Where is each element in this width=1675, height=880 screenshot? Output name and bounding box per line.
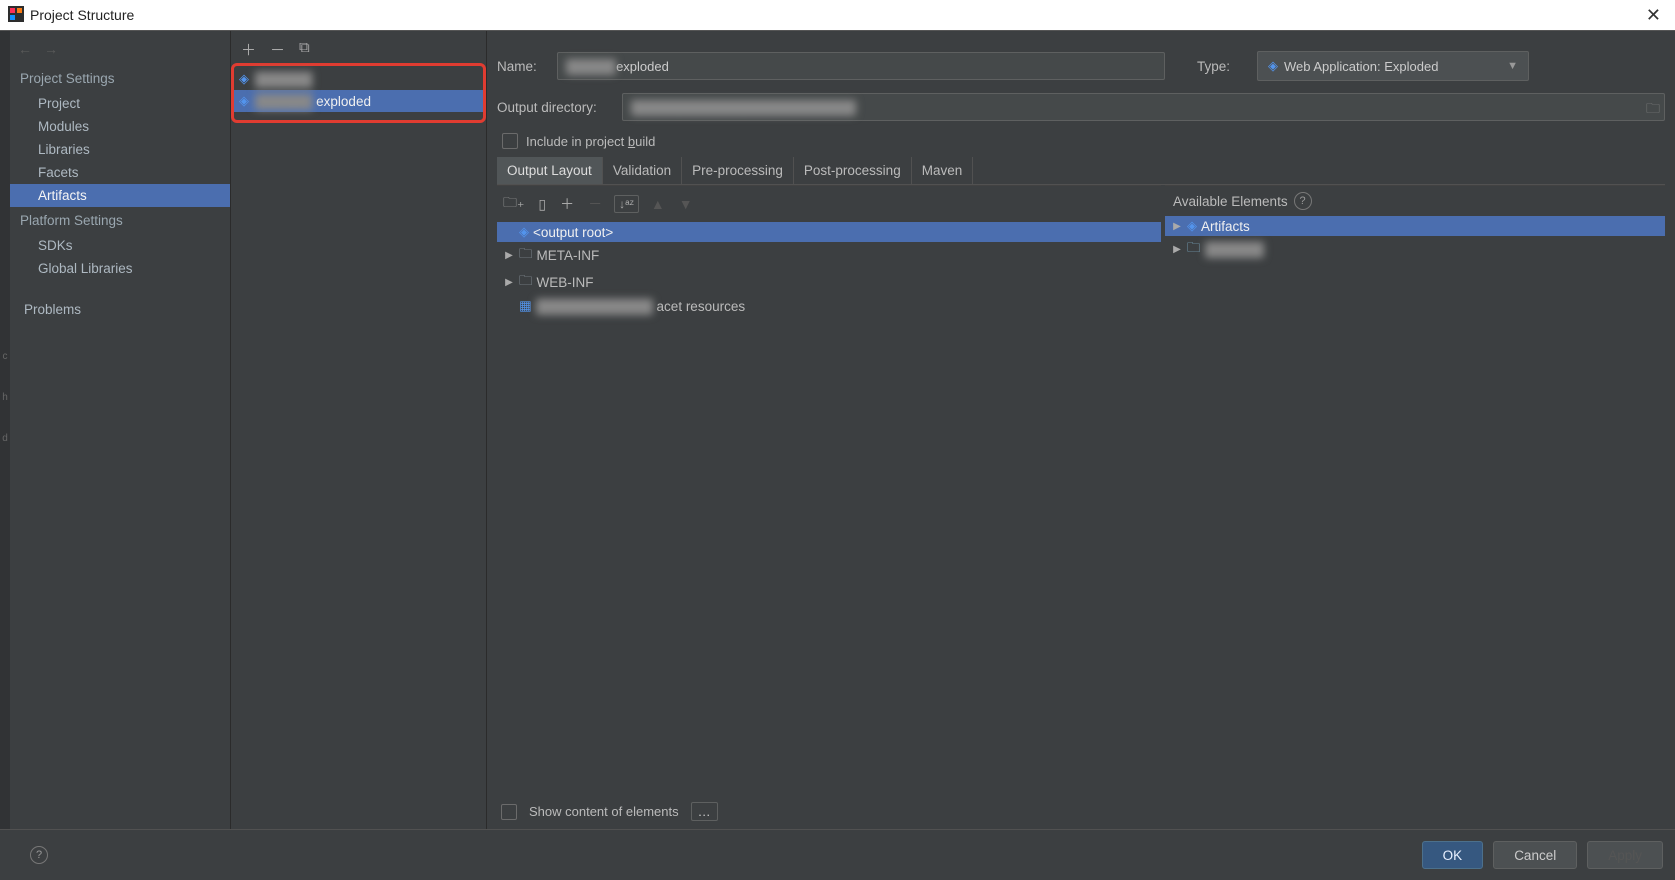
sidebar-item-global-libraries[interactable]: Global Libraries xyxy=(10,257,230,280)
sidebar-item-modules[interactable]: Modules xyxy=(10,115,230,138)
web-facet-icon: ▦ xyxy=(519,298,532,314)
name-label: Name: xyxy=(497,59,547,74)
module-icon: 🗀 xyxy=(1187,238,1201,261)
type-dropdown[interactable]: ◈ Web Application: Exploded ▼ xyxy=(1257,51,1529,81)
cancel-button[interactable]: Cancel xyxy=(1493,841,1577,869)
tab-preprocessing[interactable]: Pre-processing xyxy=(682,157,794,184)
artifact-entry-1[interactable]: ◈ ██████ exploded xyxy=(231,90,486,112)
add-copy-icon[interactable]: ＋ xyxy=(558,194,576,214)
artifacts-list-panel: ＋ － ⧉ ◈ ██████ ◈ ██████ exploded xyxy=(231,31,487,829)
left-gutter: c h d xyxy=(0,31,10,829)
available-elements-pane: Available Elements ? ▶ ◈ Artifacts ▶ 🗀 █… xyxy=(1165,185,1665,794)
show-content-checkbox[interactable] xyxy=(501,804,517,820)
sidebar-item-project[interactable]: Project xyxy=(10,92,230,115)
show-content-label: Show content of elements xyxy=(529,804,679,819)
app-logo-icon xyxy=(8,6,24,25)
sidebar-item-libraries[interactable]: Libraries xyxy=(10,138,230,161)
sidebar-item-problems[interactable]: Problems xyxy=(10,298,230,321)
window-title: Project Structure xyxy=(30,7,134,23)
folder-icon: 🗀 xyxy=(519,244,533,267)
artifact-icon: ◈ xyxy=(1187,218,1197,234)
new-archive-icon[interactable]: ▯ xyxy=(536,196,548,213)
add-icon[interactable]: ＋ xyxy=(241,39,256,60)
titlebar: Project Structure ✕ xyxy=(0,0,1675,31)
output-root-icon: ◈ xyxy=(519,224,529,240)
output-layout-tree: 🗀₊ ▯ ＋ － ↓ᵃᶻ ▲ ▼ ◈ <output root> xyxy=(497,185,1161,794)
sidebar-item-artifacts[interactable]: Artifacts xyxy=(10,184,230,207)
settings-sidebar: ← → Project Settings Project Modules Lib… xyxy=(10,31,231,829)
nav-back-icon[interactable]: ← xyxy=(18,41,32,57)
ok-button[interactable]: OK xyxy=(1422,841,1484,869)
apply-button[interactable]: Apply xyxy=(1587,841,1663,869)
folder-icon: 🗀 xyxy=(519,271,533,294)
artifact-icon: ◈ xyxy=(239,71,249,87)
sidebar-item-sdks[interactable]: SDKs xyxy=(10,234,230,257)
artifact-details: Name: █████exploded Type: ◈ Web Applicat… xyxy=(487,31,1675,829)
tab-postprocessing[interactable]: Post-processing xyxy=(794,157,912,184)
tree-facet-resources[interactable]: ▦ ████████████acet resources xyxy=(497,296,1161,316)
include-build-label: Include in project build xyxy=(526,134,655,149)
available-artifacts-node[interactable]: ▶ ◈ Artifacts xyxy=(1165,216,1665,236)
platform-settings-heading: Platform Settings xyxy=(10,207,230,234)
available-module-node[interactable]: ▶ 🗀 ██████ xyxy=(1165,236,1665,263)
artifact-entry-0[interactable]: ◈ ██████ xyxy=(231,68,486,90)
help-icon[interactable]: ? xyxy=(1294,192,1312,210)
output-dir-label: Output directory: xyxy=(497,100,612,115)
output-dir-input[interactable]: ████████████████████████ 🗀 xyxy=(622,93,1665,121)
tree-output-root[interactable]: ◈ <output root> xyxy=(497,222,1161,242)
show-content-options-button[interactable]: … xyxy=(691,802,718,821)
browse-folder-icon[interactable]: 🗀 xyxy=(1646,98,1660,122)
move-down-icon[interactable]: ▼ xyxy=(677,196,695,212)
chevron-right-icon[interactable]: ▶ xyxy=(1171,244,1183,255)
artifact-icon: ◈ xyxy=(239,93,249,109)
tab-output-layout[interactable]: Output Layout xyxy=(497,157,603,184)
chevron-right-icon[interactable]: ▶ xyxy=(503,250,515,261)
artifacts-toolbar: ＋ － ⧉ xyxy=(231,31,486,68)
sidebar-item-facets[interactable]: Facets xyxy=(10,161,230,184)
type-label: Type: xyxy=(1197,59,1247,74)
remove-icon[interactable]: － xyxy=(270,39,285,60)
include-build-checkbox[interactable] xyxy=(502,133,518,149)
chevron-right-icon[interactable]: ▶ xyxy=(1171,221,1183,232)
close-icon[interactable]: ✕ xyxy=(1640,5,1667,26)
tab-validation[interactable]: Validation xyxy=(603,157,682,184)
nav-forward-icon[interactable]: → xyxy=(44,41,58,57)
project-settings-heading: Project Settings xyxy=(10,65,230,92)
name-input[interactable]: █████exploded xyxy=(557,52,1165,80)
tab-maven[interactable]: Maven xyxy=(912,157,974,184)
artifact-type-icon: ◈ xyxy=(1268,58,1278,74)
remove-item-icon[interactable]: － xyxy=(586,194,604,214)
new-folder-icon[interactable]: 🗀₊ xyxy=(501,192,526,216)
sort-icon[interactable]: ↓ᵃᶻ xyxy=(614,195,639,213)
dialog-footer: ? OK Cancel Apply xyxy=(0,829,1675,880)
copy-icon[interactable]: ⧉ xyxy=(299,39,310,60)
footer-help-icon[interactable]: ? xyxy=(30,846,48,864)
chevron-right-icon[interactable]: ▶ xyxy=(503,277,515,288)
tree-meta-inf[interactable]: ▶ 🗀 META-INF xyxy=(497,242,1161,269)
chevron-down-icon: ▼ xyxy=(1507,60,1518,72)
move-up-icon[interactable]: ▲ xyxy=(649,196,667,212)
tree-web-inf[interactable]: ▶ 🗀 WEB-INF xyxy=(497,269,1161,296)
available-elements-title: Available Elements xyxy=(1173,194,1288,209)
artifact-tabs: Output Layout Validation Pre-processing … xyxy=(497,157,1665,185)
